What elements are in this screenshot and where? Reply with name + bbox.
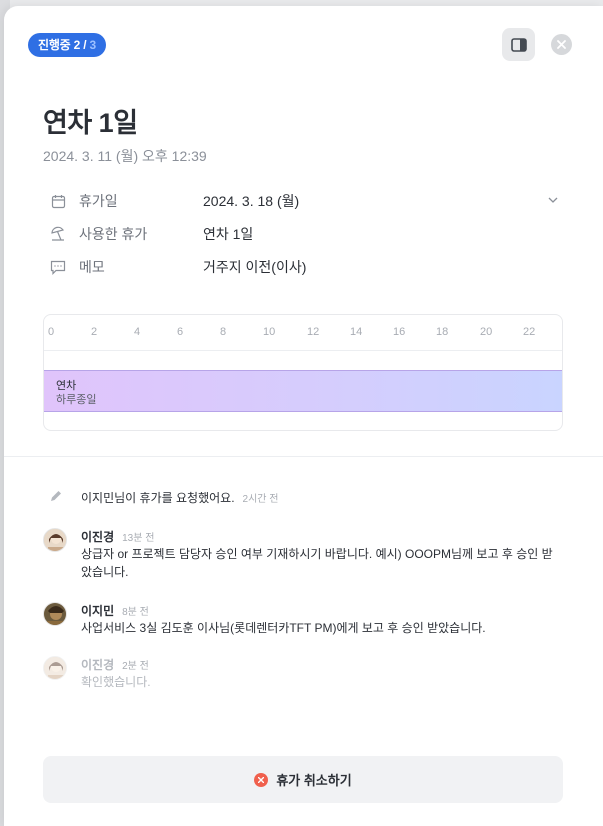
avatar	[43, 528, 67, 552]
scroll-fade	[4, 706, 603, 756]
author-name: 이지민	[81, 604, 115, 618]
close-button[interactable]	[551, 34, 572, 55]
request-text: 이지민님이 휴가를 요청했어요.	[81, 491, 235, 505]
comment-item: 이지민 8분 전 사업서비스 3실 김도훈 이사님(롯데렌터카TFT PM)에게 …	[43, 602, 573, 642]
activity-request-text: 이지민님이 휴가를 요청했어요. 2시간 전	[81, 489, 278, 506]
sidebar-toggle-icon	[510, 37, 527, 52]
cancel-vacation-button[interactable]: 휴가 취소하기	[43, 756, 563, 803]
avatar	[43, 602, 67, 626]
comment-time: 2분 전	[122, 661, 149, 672]
timeline-divider	[44, 350, 562, 351]
created-at: 2024. 3. 11 (월) 오후 12:39	[43, 148, 207, 164]
comment-body: 사업서비스 3실 김도훈 이사님(롯데렌터카TFT PM)에게 보고 후 승인 …	[81, 621, 486, 635]
chevron-down-icon[interactable]	[547, 194, 559, 206]
comment-author: 이진경 2분 전	[81, 656, 149, 673]
info-row-memo: 메모 거주지 이전(이사)	[49, 255, 559, 279]
vacation-bar: 연차 하루종일	[44, 370, 562, 412]
request-time: 2시간 전	[242, 494, 279, 505]
comment-item: 이진경 13분 전 상급자 or 프로젝트 담당자 승인 여부 기재하시기 바랍니…	[43, 528, 573, 588]
info-row-used-vacation: 사용한 휴가 연차 1일	[49, 222, 559, 246]
avatar	[43, 656, 67, 680]
vacation-date-value[interactable]: 2024. 3. 18 (월)	[203, 191, 559, 211]
comment-time: 8분 전	[122, 607, 149, 618]
timeline-tick: 20	[480, 326, 493, 338]
comment-body: 상급자 or 프로젝트 담당자 승인 여부 기재하시기 바랍니다. 예시) OO…	[81, 547, 553, 579]
pencil-icon	[51, 491, 61, 501]
section-divider	[4, 456, 603, 457]
info-row-vacation-date: 휴가일 2024. 3. 18 (월)	[49, 189, 559, 213]
page-title: 연차 1일	[43, 108, 138, 138]
activity-request: 이지민님이 휴가를 요청했어요. 2시간 전	[43, 487, 573, 507]
comment-author: 이지민 8분 전	[81, 602, 149, 619]
memo-value: 거주지 이전(이사)	[203, 259, 307, 275]
beach-umbrella-icon	[49, 225, 67, 243]
info-label: 메모	[79, 259, 105, 275]
timeline-tick: 14	[350, 326, 363, 338]
day-timeline: 0 2 4 6 8 10 12 14 16 18 20 22 연차 하루종일	[43, 314, 563, 431]
cancel-vacation-label: 휴가 취소하기	[276, 773, 352, 788]
timeline-tick: 0	[48, 326, 55, 338]
author-name: 이진경	[81, 658, 115, 672]
timeline-tick: 16	[393, 326, 406, 338]
timeline-tick: 8	[220, 326, 227, 338]
cancel-icon	[254, 772, 269, 787]
timeline-tick: 12	[307, 326, 320, 338]
author-name: 이진경	[81, 530, 115, 544]
status-total: 3	[89, 38, 97, 52]
vacation-bar-subtitle: 하루종일	[56, 394, 97, 406]
timeline-tick: 18	[436, 326, 449, 338]
timeline-tick: 2	[91, 326, 98, 338]
status-label: 진행중 2 /	[38, 38, 87, 52]
close-icon	[557, 40, 566, 49]
comment-body: 확인했습니다.	[81, 675, 151, 689]
used-vacation-value: 연차 1일	[203, 226, 254, 242]
comment-item: 이진경 2분 전 확인했습니다.	[43, 656, 573, 696]
memo-icon	[49, 258, 67, 276]
panel-layout-button[interactable]	[502, 28, 535, 61]
comment-author: 이진경 13분 전	[81, 528, 154, 545]
timeline-tick: 4	[134, 326, 141, 338]
timeline-tick: 22	[523, 326, 536, 338]
timeline-tick: 6	[177, 326, 184, 338]
info-label: 사용한 휴가	[79, 226, 148, 242]
comment-time: 13분 전	[122, 533, 155, 544]
vacation-detail-panel: 진행중 2 / 3 연차 1일 2024. 3. 11 (월) 오후 12:39…	[4, 6, 603, 826]
status-badge: 진행중 2 / 3	[28, 33, 107, 57]
calendar-icon	[49, 192, 67, 210]
timeline-tick: 10	[263, 326, 276, 338]
info-label: 휴가일	[79, 193, 118, 209]
